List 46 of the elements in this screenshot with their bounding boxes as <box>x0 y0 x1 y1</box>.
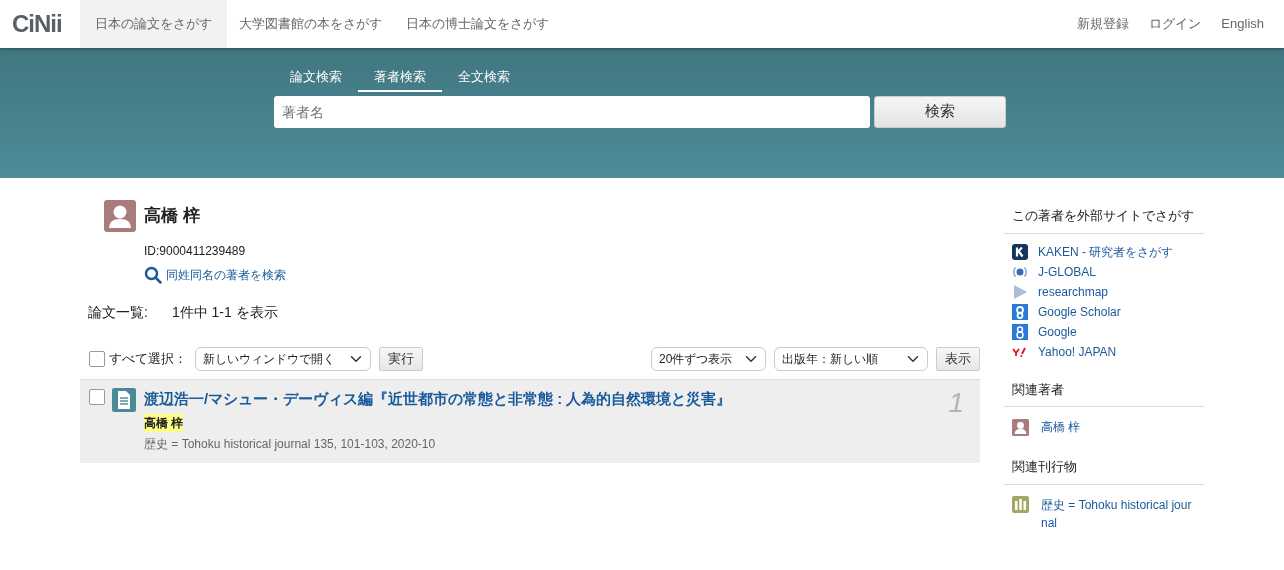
logo[interactable]: CiNii <box>0 0 80 48</box>
section-heading: この著者を外部サイトでさがす <box>1004 202 1204 234</box>
external-link[interactable]: Yahoo! JAPAN <box>1038 342 1117 361</box>
header-link[interactable]: ログイン <box>1139 0 1212 48</box>
journal-icon <box>1012 495 1029 513</box>
section-heading: 関連著者 <box>1004 375 1204 407</box>
nav-tab[interactable]: 大学図書館の本をさがす <box>226 0 394 48</box>
external-link[interactable]: J-GLOBAL <box>1038 262 1097 281</box>
result-count: 1件中 1-1 を表示 <box>171 303 278 322</box>
search-tab[interactable]: 著者検索 <box>358 64 442 92</box>
display-button[interactable]: 表示 <box>936 347 980 371</box>
search-button[interactable]: 検索 <box>874 95 1006 128</box>
search-field[interactable]: 著者名 <box>274 95 870 128</box>
result-number: 1 <box>948 388 964 420</box>
author-name: 高橋 梓 <box>144 205 200 228</box>
result-title[interactable]: 渡辺浩一/マシュー・デーヴィス編『近世都市の常態と非常態 : 人為的自然環境と災害』 <box>144 388 949 411</box>
header-link[interactable]: 新規登録 <box>1067 0 1140 48</box>
play-icon <box>1012 283 1028 300</box>
result-checkbox[interactable] <box>89 389 105 405</box>
run-button[interactable]: 実行 <box>379 347 423 371</box>
search-tab[interactable]: 全文検索 <box>442 64 526 92</box>
external-link[interactable]: KAKEN - 研究者をさがす <box>1038 242 1174 261</box>
search-icon <box>144 266 162 284</box>
external-link[interactable]: Google <box>1038 322 1077 341</box>
result-author: 高橋 梓 <box>144 413 184 432</box>
related-journal-link[interactable]: 歴史 = Tohoku historical journal <box>1041 495 1196 532</box>
per-page-select[interactable]: 20件ずつ表示 <box>651 347 766 371</box>
external-link[interactable]: Google Scholar <box>1038 302 1121 321</box>
person-icon <box>104 200 136 232</box>
document-icon <box>112 388 136 412</box>
external-link[interactable]: researchmap <box>1038 282 1109 301</box>
person-icon <box>1012 418 1029 436</box>
header-link[interactable]: English <box>1211 0 1284 48</box>
search-tab[interactable]: 論文検索 <box>274 64 358 92</box>
result-source: 歴史 = Tohoku historical journal 135, 101-103, 2020-10 <box>144 436 437 453</box>
nav-tab[interactable]: 日本の論文をさがす <box>79 0 227 48</box>
sort-select[interactable]: 出版年：新しい順 <box>774 347 928 371</box>
author-id: ID:9000411239489 <box>144 243 247 260</box>
open-mode-select[interactable]: 新しいウィンドウで開く <box>195 347 371 371</box>
select-all-label: すべて選択： <box>109 350 187 369</box>
same-name-link[interactable]: 同姓同名の著者を検索 <box>166 266 286 284</box>
select-all-checkbox[interactable] <box>89 351 105 367</box>
list-label: 論文一覧: <box>88 303 148 322</box>
related-author-link[interactable]: 高橋 梓 <box>1041 418 1081 436</box>
section-heading: 関連刊行物 <box>1004 453 1204 485</box>
nav-tab[interactable]: 日本の博士論文をさがす <box>393 0 561 48</box>
